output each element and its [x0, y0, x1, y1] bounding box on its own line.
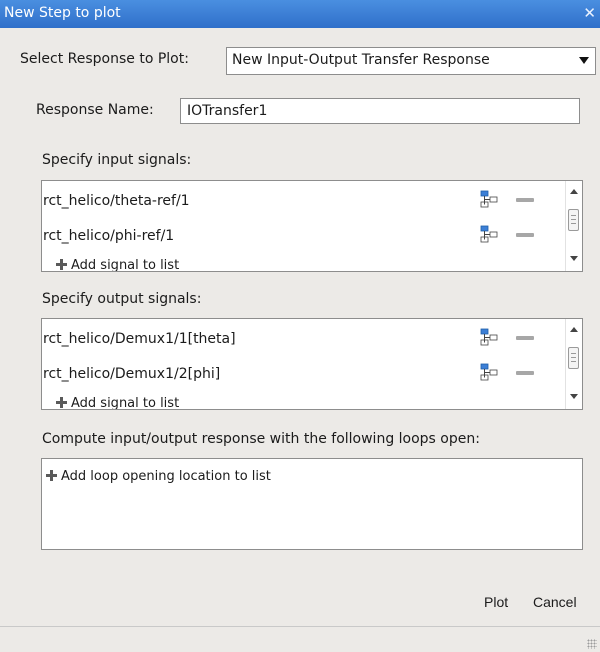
output-signals-list[interactable]: rct_helico/Demux1/1[theta] rct_helico/De… — [41, 318, 583, 410]
output-signal-text: rct_helico/Demux1/2[phi] — [43, 366, 221, 382]
cancel-button[interactable]: Cancel — [533, 594, 577, 610]
add-output-signal-label: Add signal to list — [71, 396, 180, 410]
add-loop-opening-button[interactable]: Add loop opening location to list — [46, 469, 271, 484]
window-title: New Step to plot — [4, 5, 121, 21]
remove-icon[interactable] — [516, 371, 534, 375]
remove-icon[interactable] — [516, 198, 534, 202]
input-list-scrollbar[interactable] — [565, 181, 582, 271]
response-type-dropdown[interactable]: New Input-Output Transfer Response — [226, 47, 596, 75]
plot-button[interactable]: Plot — [484, 594, 508, 610]
loop-openings-list[interactable]: Add loop opening location to list — [41, 458, 583, 550]
input-signal-text: rct_helico/theta-ref/1 — [43, 193, 190, 209]
response-type-value: New Input-Output Transfer Response — [232, 52, 490, 68]
scroll-thumb[interactable] — [568, 347, 579, 369]
scroll-down-icon[interactable] — [570, 256, 578, 261]
scroll-up-icon[interactable] — [570, 327, 578, 332]
response-name-input[interactable]: IOTransfer1 — [180, 98, 580, 124]
add-input-signal-label: Add signal to list — [71, 258, 180, 272]
output-signals-label: Specify output signals: — [42, 291, 202, 307]
status-bar — [0, 626, 600, 652]
scroll-thumb[interactable] — [568, 209, 579, 231]
signal-selector-icon[interactable] — [480, 225, 498, 243]
signal-selector-icon[interactable] — [480, 363, 498, 381]
select-response-label: Select Response to Plot: — [20, 51, 189, 67]
add-output-signal-button[interactable]: Add signal to list — [56, 396, 180, 410]
loops-open-label: Compute input/output response with the f… — [42, 431, 480, 447]
title-bar: New Step to plot ✕ — [0, 0, 600, 28]
signal-selector-icon[interactable] — [480, 328, 498, 346]
response-name-label: Response Name: — [36, 102, 154, 118]
scroll-down-icon[interactable] — [570, 394, 578, 399]
close-icon[interactable]: ✕ — [583, 4, 596, 22]
remove-icon[interactable] — [516, 336, 534, 340]
input-signal-text: rct_helico/phi-ref/1 — [43, 228, 175, 244]
output-signal-text: rct_helico/Demux1/1[theta] — [43, 331, 236, 347]
add-icon — [56, 259, 67, 270]
signal-selector-icon[interactable] — [480, 190, 498, 208]
add-icon — [56, 397, 67, 408]
scroll-up-icon[interactable] — [570, 189, 578, 194]
input-signals-label: Specify input signals: — [42, 152, 192, 168]
add-icon — [46, 470, 57, 481]
add-loop-opening-label: Add loop opening location to list — [61, 469, 271, 484]
remove-icon[interactable] — [516, 233, 534, 237]
resize-grip-icon[interactable] — [587, 639, 597, 649]
output-list-scrollbar[interactable] — [565, 319, 582, 409]
chevron-down-icon[interactable] — [579, 57, 589, 64]
input-signals-list[interactable]: rct_helico/theta-ref/1 rct_helico/phi-re… — [41, 180, 583, 272]
add-input-signal-button[interactable]: Add signal to list — [56, 258, 180, 272]
response-name-value: IOTransfer1 — [187, 103, 268, 119]
